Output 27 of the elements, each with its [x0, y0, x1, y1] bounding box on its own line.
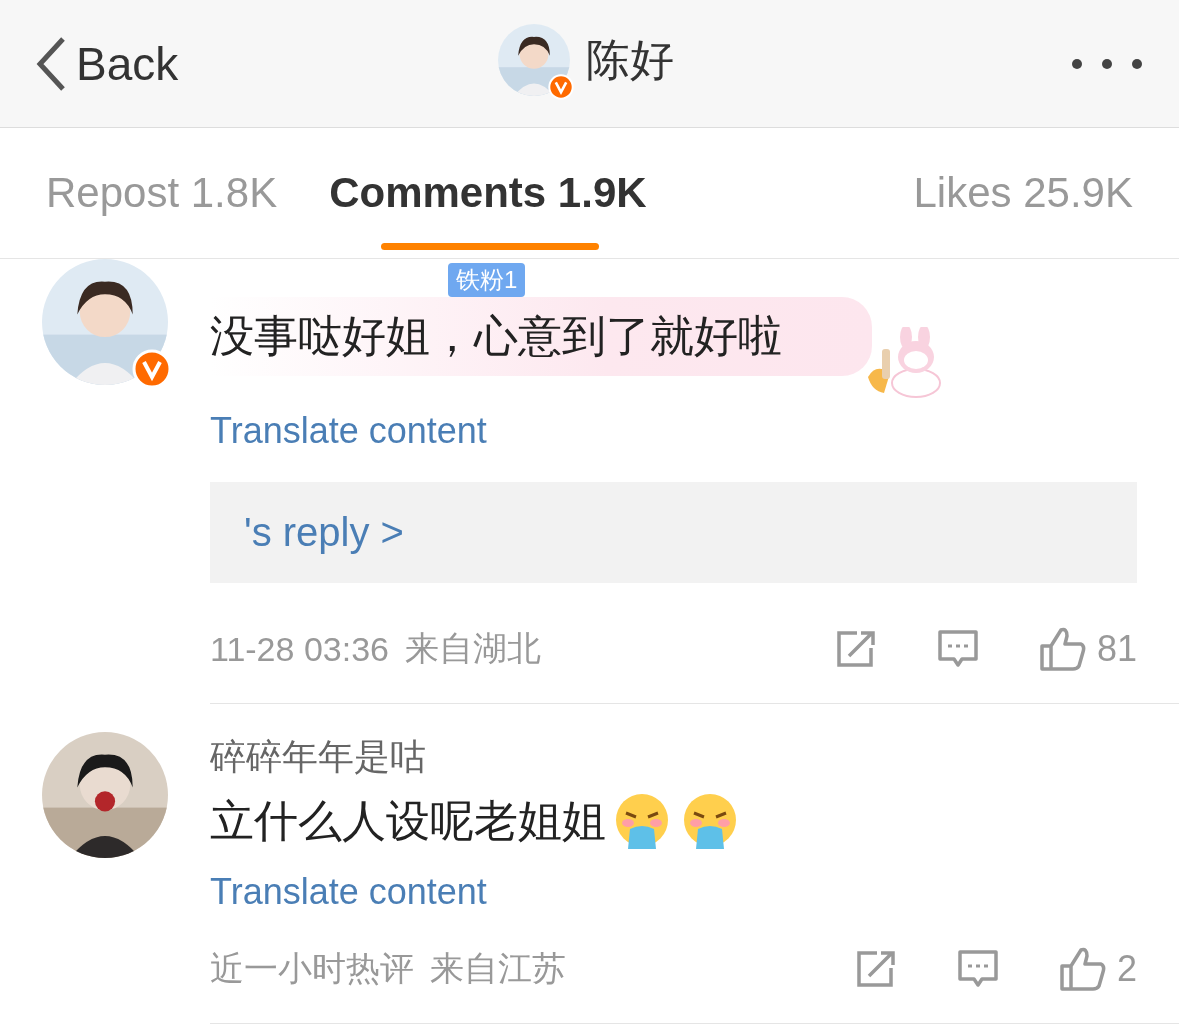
- comment-location: 来自江苏: [430, 948, 566, 989]
- translate-link[interactable]: Translate content: [210, 871, 1137, 913]
- comment-button[interactable]: [956, 949, 999, 989]
- like-button[interactable]: 81: [1038, 626, 1137, 672]
- repost-button[interactable]: [834, 630, 877, 668]
- tab[interactable]: Comments 1.9K: [329, 128, 647, 258]
- fan-badge: 铁粉1: [448, 263, 526, 297]
- repost-button[interactable]: [854, 950, 897, 988]
- comment-location: 来自湖北: [404, 628, 541, 669]
- more-button[interactable]: [1071, 57, 1143, 70]
- comment-text: 没事哒好姐，心意到了就好啦: [210, 297, 872, 376]
- reply-link[interactable]: 's reply >: [210, 482, 1137, 583]
- profile-name: 陈好: [586, 33, 674, 86]
- puking-emoji-icon: [614, 792, 670, 851]
- tab[interactable]: Repost 1.8K: [46, 128, 278, 258]
- comment-time: 11-28 03:36: [210, 629, 389, 669]
- back-button[interactable]: Back: [36, 35, 179, 92]
- username[interactable]: 碎碎年年是咕: [210, 732, 426, 782]
- like-button[interactable]: 2: [1058, 946, 1137, 992]
- comment-time: 近一小时热评: [210, 948, 414, 989]
- comment-text: 立什么人设呢老姐姐: [210, 795, 607, 847]
- bunny-sticker-icon: [866, 327, 942, 401]
- chevron-left-icon: [36, 35, 66, 92]
- puking-emoji-icon: [682, 792, 738, 851]
- translate-link[interactable]: Translate content: [210, 410, 1137, 452]
- tab[interactable]: Likes 25.9K: [913, 128, 1133, 258]
- comment-button[interactable]: [936, 629, 979, 669]
